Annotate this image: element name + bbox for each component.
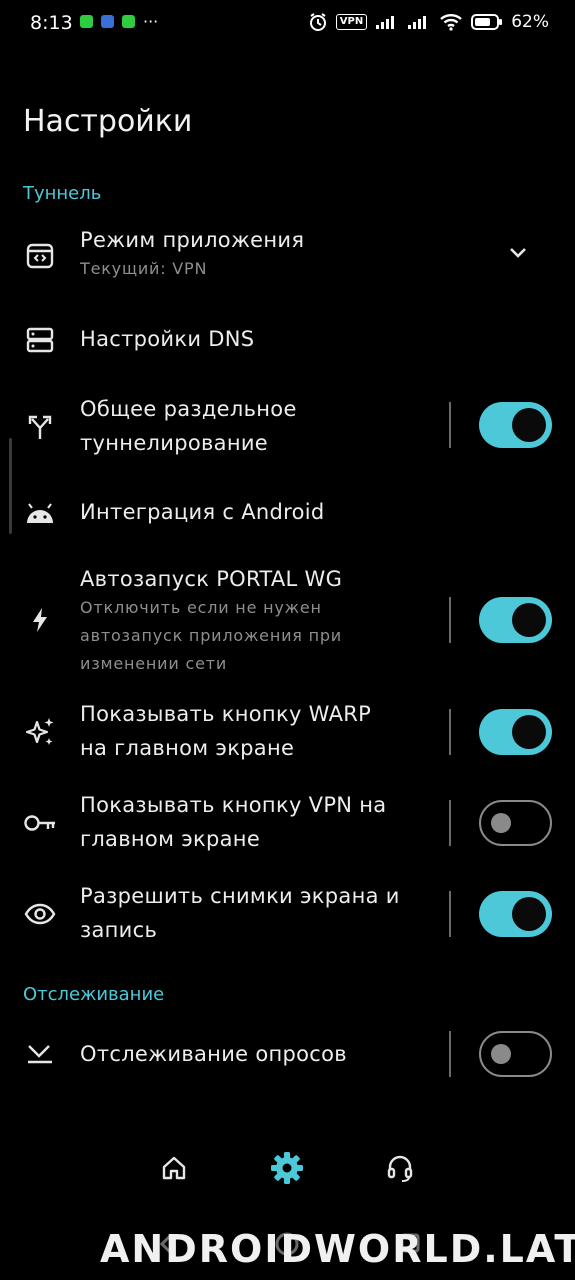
autostart-sub-line3: изменении сети bbox=[80, 654, 228, 673]
section-header-monitoring: Отслеживание bbox=[23, 984, 165, 1005]
screenshots-title-line1: Разрешить снимки экрана и bbox=[80, 884, 400, 908]
nav-settings-button[interactable] bbox=[265, 1146, 309, 1190]
home-icon bbox=[162, 1156, 186, 1180]
vpn-button-title-line1: Показывать кнопку VPN на bbox=[80, 793, 387, 817]
toggle-knob bbox=[491, 1044, 511, 1064]
split-tunnel-toggle[interactable] bbox=[479, 402, 552, 448]
vpn-button-row[interactable]: Показывать кнопку VPN на главном экране bbox=[0, 788, 575, 858]
run-icon bbox=[122, 15, 135, 28]
app-window-icon bbox=[22, 238, 58, 274]
warp-button-toggle[interactable] bbox=[479, 709, 552, 755]
autostart-sub-line2: автозапуск приложения при bbox=[80, 626, 343, 645]
warp-button-row[interactable]: Показывать кнопку WARP на главном экране bbox=[0, 697, 575, 767]
autostart-toggle[interactable] bbox=[479, 597, 552, 643]
split-tunnel-row[interactable]: Общее раздельное туннелирование bbox=[0, 392, 575, 462]
nav-home-button[interactable] bbox=[152, 1146, 196, 1190]
autostart-sub-line1: Отключить если не нужен bbox=[80, 598, 322, 617]
watermark: ANDROIDWORLD.LAT bbox=[100, 1227, 575, 1271]
battery-percent: 62% bbox=[511, 12, 549, 32]
app-mode-subtitle: Текущий: VPN bbox=[80, 259, 208, 278]
gear-icon bbox=[271, 1152, 303, 1184]
toggle-knob bbox=[512, 897, 546, 931]
page-title: Настройки bbox=[23, 104, 193, 139]
wifi-icon bbox=[440, 14, 463, 31]
more-notifications-icon: ··· bbox=[143, 11, 159, 31]
screenshots-row[interactable]: Разрешить снимки экрана и запись bbox=[0, 879, 575, 949]
dns-settings-title: Настройки DNS bbox=[80, 327, 255, 351]
autostart-row[interactable]: Автозапуск PORTAL WG Отключить если не н… bbox=[0, 562, 575, 680]
key-icon bbox=[22, 805, 58, 841]
status-time: 8:13 bbox=[30, 12, 73, 34]
ping-monitoring-title: Отслеживание опросов bbox=[80, 1042, 347, 1066]
nav-support-button[interactable] bbox=[378, 1146, 422, 1190]
toggle-knob bbox=[512, 603, 546, 637]
vpn-badge: VPN bbox=[335, 14, 368, 30]
headset-icon bbox=[387, 1155, 413, 1182]
autostart-title: Автозапуск PORTAL WG bbox=[80, 567, 343, 591]
bolt-icon bbox=[22, 602, 58, 638]
split-arrow-icon bbox=[22, 409, 58, 445]
alarm-icon bbox=[309, 13, 326, 31]
dns-server-icon bbox=[22, 322, 58, 358]
signal-icon bbox=[376, 16, 395, 29]
divider bbox=[449, 709, 451, 755]
android-icon bbox=[22, 496, 58, 532]
android-integration-row[interactable]: Интеграция с Android bbox=[0, 492, 575, 538]
whatsapp-icon bbox=[80, 15, 93, 28]
notification-icons: ··· bbox=[80, 11, 159, 31]
signal-icon-2 bbox=[408, 16, 427, 29]
screenshots-toggle[interactable] bbox=[479, 891, 552, 937]
app-mode-row[interactable]: Режим приложения Текущий: VPN bbox=[0, 222, 575, 292]
chevron-down-icon[interactable] bbox=[504, 240, 532, 268]
warp-button-title-line2: на главном экране bbox=[80, 736, 295, 760]
status-bar: 8:13 ··· VPN 62% bbox=[0, 0, 575, 48]
divider bbox=[449, 891, 451, 937]
vpn-button-toggle[interactable] bbox=[479, 800, 552, 846]
ping-icon bbox=[22, 1036, 58, 1072]
battery-icon bbox=[471, 14, 503, 30]
divider bbox=[449, 1031, 451, 1077]
app-mode-title: Режим приложения bbox=[80, 228, 305, 252]
sparkles-icon bbox=[22, 714, 58, 750]
eye-icon bbox=[22, 896, 58, 932]
split-tunnel-title-line1: Общее раздельное bbox=[80, 397, 297, 421]
divider bbox=[449, 597, 451, 643]
ping-monitoring-row[interactable]: Отслеживание опросов bbox=[0, 1031, 575, 1077]
dns-settings-row[interactable]: Настройки DNS bbox=[0, 318, 575, 364]
vpn-button-title-line2: главном экране bbox=[80, 827, 261, 851]
toggle-knob bbox=[512, 715, 546, 749]
screenshots-title-line2: запись bbox=[80, 918, 158, 942]
ping-monitoring-toggle[interactable] bbox=[479, 1031, 552, 1077]
android-integration-title: Интеграция с Android bbox=[80, 500, 325, 524]
toggle-knob bbox=[491, 813, 511, 833]
split-tunnel-title-line2: туннелирование bbox=[80, 431, 269, 455]
scroll-indicator bbox=[9, 438, 12, 534]
bottom-navigation bbox=[0, 1140, 575, 1200]
status-right: VPN 62% bbox=[308, 12, 549, 32]
divider bbox=[449, 800, 451, 846]
divider bbox=[449, 402, 451, 448]
toggle-knob bbox=[512, 408, 546, 442]
app-notification-icon bbox=[101, 15, 114, 28]
warp-button-title-line1: Показывать кнопку WARP bbox=[80, 702, 372, 726]
section-header-tunnel: Туннель bbox=[23, 183, 102, 204]
